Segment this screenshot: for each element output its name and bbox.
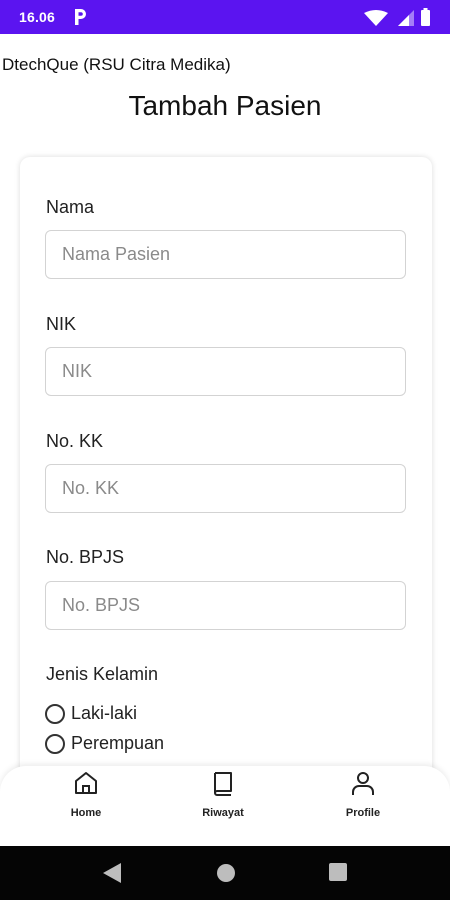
parking-p-icon bbox=[75, 9, 86, 25]
wifi-icon bbox=[364, 10, 388, 26]
status-bar: 16.06 bbox=[0, 0, 450, 34]
bottom-navigation: Home Riwayat Profile bbox=[0, 766, 450, 846]
radio-label-perempuan: Perempuan bbox=[71, 733, 165, 753]
patient-form-card: Nama NIK No. KK No. BPJS Jenis Kelamin L… bbox=[20, 157, 432, 797]
radio-button[interactable] bbox=[45, 703, 65, 724]
radio-label-laki-laki: Laki-laki bbox=[71, 703, 138, 723]
no-bpjs-input[interactable] bbox=[45, 581, 406, 630]
back-triangle-icon[interactable] bbox=[103, 863, 121, 883]
system-navigation-bar bbox=[0, 846, 450, 900]
battery-icon bbox=[421, 8, 430, 26]
nav-item-profile[interactable]: Profile bbox=[318, 770, 408, 840]
app-header: DtechQue (RSU Citra Medika) Tambah Pasie… bbox=[0, 34, 450, 160]
nik-label: NIK bbox=[46, 314, 77, 334]
home-icon bbox=[75, 772, 97, 794]
nav-label-home: Home bbox=[70, 807, 102, 819]
user-icon bbox=[352, 772, 374, 795]
nav-item-riwayat[interactable]: Riwayat bbox=[178, 770, 268, 840]
page-title: Tambah Pasien bbox=[128, 90, 322, 121]
status-time: 16.06 bbox=[19, 9, 56, 25]
nama-input[interactable] bbox=[45, 230, 406, 279]
cell-signal-icon bbox=[398, 10, 414, 26]
nav-label-riwayat: Riwayat bbox=[202, 807, 244, 819]
no-kk-input[interactable] bbox=[45, 464, 406, 513]
nik-input[interactable] bbox=[45, 347, 406, 396]
nama-label: Nama bbox=[46, 197, 95, 217]
book-icon bbox=[214, 772, 232, 796]
no-bpjs-label: No. BPJS bbox=[46, 547, 125, 567]
nav-label-profile: Profile bbox=[345, 807, 381, 819]
radio-option-perempuan[interactable]: Perempuan bbox=[45, 733, 164, 754]
app-title: DtechQue (RSU Citra Medika) bbox=[2, 55, 231, 74]
recents-square-icon[interactable] bbox=[329, 863, 347, 881]
nav-item-home[interactable]: Home bbox=[41, 770, 131, 840]
radio-button[interactable] bbox=[45, 733, 65, 754]
radio-option-laki-laki[interactable]: Laki-laki bbox=[45, 703, 137, 724]
home-circle-icon[interactable] bbox=[216, 863, 236, 883]
jenis-kelamin-label: Jenis Kelamin bbox=[46, 664, 159, 684]
no-kk-label: No. KK bbox=[46, 431, 104, 451]
